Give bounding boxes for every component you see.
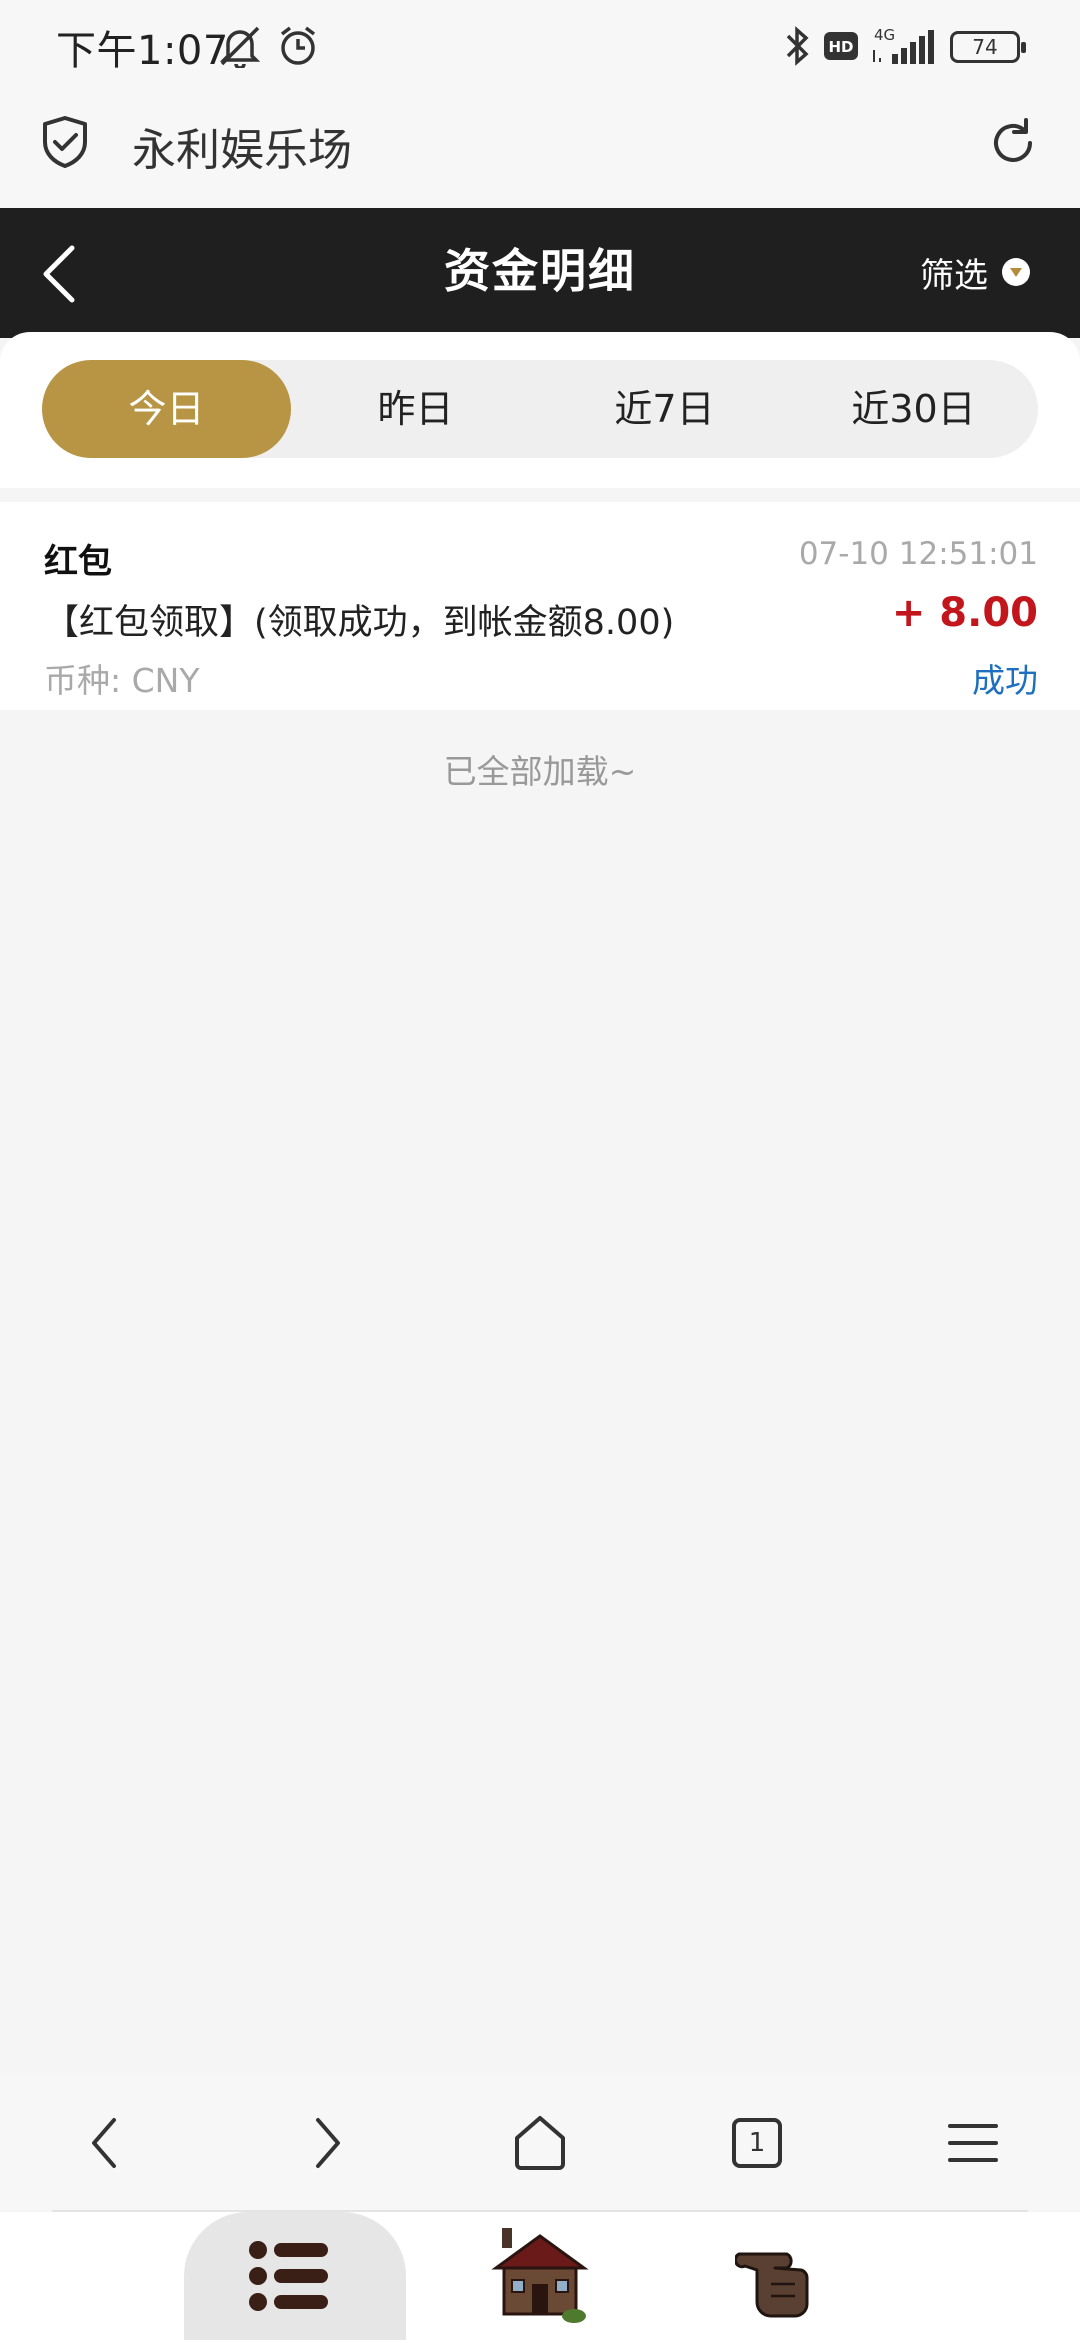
pointing-hand-icon[interactable]: [733, 2226, 835, 2326]
tab-last-7-days[interactable]: 近7日: [540, 360, 789, 458]
browser-toolbar: 1: [0, 2076, 1080, 2210]
home-icon[interactable]: [505, 2108, 575, 2178]
record-title: 红包: [44, 542, 112, 582]
status-bar: 下午1:07 HD 4G 74: [0, 0, 1080, 90]
tab-yesterday[interactable]: 昨日: [291, 360, 540, 458]
back-arrow-icon[interactable]: [36, 242, 86, 310]
list-icon: [244, 2236, 344, 2320]
page-header: 资金明细 筛选: [0, 208, 1080, 338]
record-time: 07-10 12:51:01: [798, 536, 1038, 572]
tab-last-30-days[interactable]: 近30日: [789, 360, 1038, 458]
shield-check-icon[interactable]: [40, 114, 90, 174]
back-nav-icon[interactable]: [72, 2108, 142, 2178]
browser-url-bar: 永利娱乐场: [0, 90, 1080, 208]
reload-icon[interactable]: [986, 116, 1040, 174]
forward-nav-icon[interactable]: [290, 2108, 360, 2178]
date-range-tabs: 今日 昨日 近7日 近30日: [0, 332, 1080, 488]
svg-text:HD: HD: [828, 38, 853, 56]
battery-icon: 74: [950, 31, 1026, 63]
tabs-icon[interactable]: 1: [722, 2108, 792, 2178]
battery-level: 74: [972, 35, 998, 59]
record-currency: 币种: CNY: [44, 661, 200, 700]
page-title: 资金明细: [444, 244, 636, 298]
record-description: 【红包领取】(领取成功，到帐金额8.00): [44, 603, 675, 643]
tab-today[interactable]: 今日: [42, 360, 291, 458]
signal-icon: [870, 28, 936, 70]
tab-count: 1: [748, 2128, 766, 2158]
list-end-text: 已全部加载~: [443, 752, 637, 791]
house-icon[interactable]: [490, 2226, 590, 2326]
filter-button[interactable]: 筛选: [920, 244, 1030, 300]
list-item[interactable]: 红包 07-10 12:51:01 【红包领取】(领取成功，到帐金额8.00) …: [0, 502, 1080, 710]
dock-list-button[interactable]: [184, 2212, 406, 2340]
hd-icon: HD: [824, 32, 858, 64]
status-time: 下午1:07: [56, 28, 229, 74]
record-amount: + 8.00: [891, 590, 1038, 636]
bell-muted-icon: [216, 24, 264, 72]
alarm-icon: [276, 24, 320, 72]
filter-label: 筛选: [920, 255, 988, 296]
bluetooth-icon: [782, 24, 812, 72]
app-dock: [0, 2212, 1080, 2340]
site-title[interactable]: 永利娱乐场: [132, 114, 352, 178]
menu-icon[interactable]: [938, 2108, 1008, 2178]
dropdown-icon: [1002, 258, 1030, 286]
tabs-track: 今日 昨日 近7日 近30日: [42, 360, 1038, 458]
record-status: 成功: [972, 661, 1038, 700]
